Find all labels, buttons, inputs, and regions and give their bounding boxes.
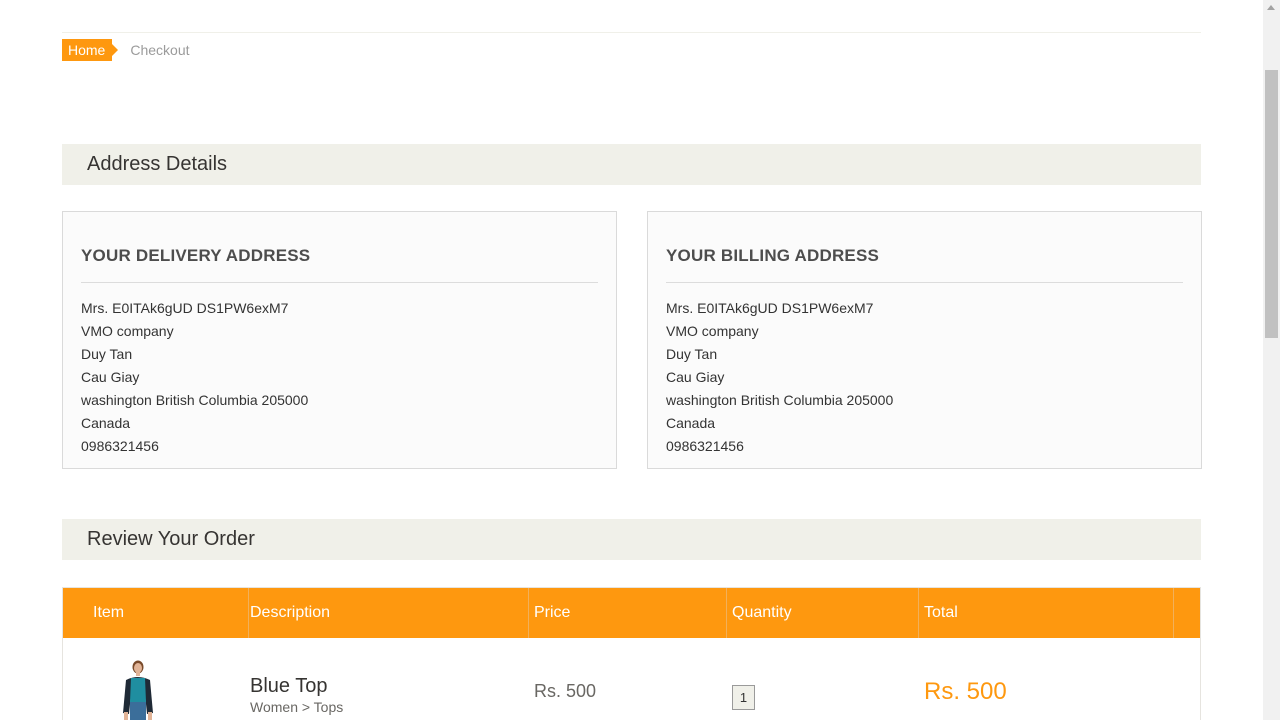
header-description: Description [249,588,529,638]
breadcrumb-home-link[interactable]: Home [62,39,119,61]
billing-address-city: washington British Columbia 205000 [666,392,894,408]
header-quantity: Quantity [727,588,919,638]
billing-address-box: YOUR BILLING ADDRESS Mrs. E0ITAk6gUD DS1… [647,211,1202,469]
address-details-heading: Address Details [62,144,1201,185]
product-woman-blue-top-icon[interactable] [118,658,158,720]
billing-address-name: Mrs. E0ITAk6gUD DS1PW6exM7 [666,300,874,316]
product-total: Rs. 500 [924,678,1007,705]
table-row: Blue Top Women > Tops Rs. 500 1 Rs. 500 [63,638,1200,720]
billing-address-line1: Duy Tan [666,346,718,362]
order-table: Item Description Price Quantity Total Bl… [62,587,1201,720]
header-price: Price [529,588,727,638]
billing-address-company: VMO company [666,323,759,339]
header-item: Item [63,588,249,638]
delivery-address-phone: 0986321456 [81,438,159,454]
breadcrumb-current: Checkout [130,42,190,58]
billing-address-title: YOUR BILLING ADDRESS [666,246,1183,283]
product-quantity: 1 [732,685,755,710]
review-order-heading: Review Your Order [62,519,1201,560]
product-price: Rs. 500 [534,681,597,701]
top-divider [62,32,1201,33]
product-category: Women > Tops [250,699,344,715]
delivery-address-line2: Cau Giay [81,369,140,385]
page-scrollbar[interactable] [1263,0,1280,720]
order-table-header: Item Description Price Quantity Total [63,588,1200,638]
product-name-link[interactable]: Blue Top [250,675,327,698]
billing-address-line2: Cau Giay [666,369,725,385]
delivery-address-box: YOUR DELIVERY ADDRESS Mrs. E0ITAk6gUD DS… [62,211,617,469]
delivery-address-line1: Duy Tan [81,346,133,362]
delivery-address-country: Canada [81,415,131,431]
breadcrumb: Home Checkout [62,39,190,61]
delivery-address-company: VMO company [81,323,174,339]
billing-address-country: Canada [666,415,716,431]
delivery-address-name: Mrs. E0ITAk6gUD DS1PW6exM7 [81,300,289,316]
scroll-up-arrow-icon[interactable] [1267,5,1275,10]
header-total: Total [919,588,1174,638]
billing-address-phone: 0986321456 [666,438,744,454]
scroll-thumb[interactable] [1265,70,1278,338]
delivery-address-city: washington British Columbia 205000 [81,392,309,408]
delivery-address-title: YOUR DELIVERY ADDRESS [81,246,598,283]
header-spacer [1174,588,1200,638]
